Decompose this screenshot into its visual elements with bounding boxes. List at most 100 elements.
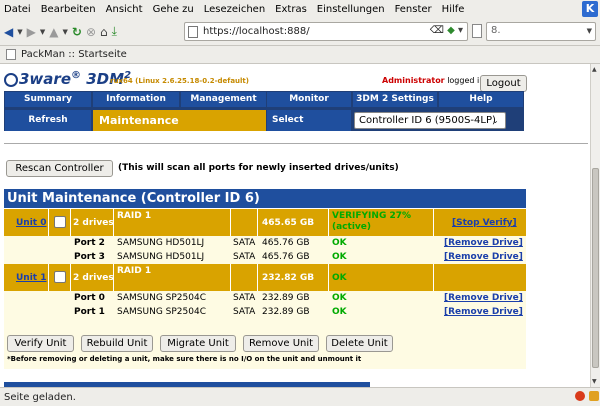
tab-summary[interactable]: Summary bbox=[5, 92, 91, 107]
document-icon[interactable] bbox=[472, 24, 482, 38]
divider bbox=[4, 143, 588, 144]
unit-raid-type: RAID 1 bbox=[117, 211, 152, 221]
home-icon[interactable]: ⌂ bbox=[100, 25, 108, 39]
forward-history-icon[interactable]: ▼ bbox=[40, 28, 45, 36]
port-row: Port 0 SAMSUNG SP2504C SATA 232.89 GB OK… bbox=[4, 291, 526, 305]
controller-select-value: Controller ID 6 (9500S-4LP) bbox=[359, 115, 496, 126]
download-icon[interactable]: ⤓ bbox=[112, 24, 117, 39]
search-input[interactable]: 8. ▼ bbox=[486, 22, 596, 41]
drive-status: OK bbox=[332, 238, 347, 248]
unit-raid-type: RAID 1 bbox=[117, 266, 152, 276]
menu-edit[interactable]: Bearbeiten bbox=[41, 4, 96, 15]
unit-0-link[interactable]: Unit 0 bbox=[16, 218, 47, 228]
unit-drives: 2 drives bbox=[73, 218, 114, 228]
rescan-controller-button[interactable]: Rescan Controller bbox=[6, 160, 113, 177]
menu-window[interactable]: Fenster bbox=[395, 4, 432, 15]
page-viewport: 3ware® 3DM2 rux64 (Linux 2.6.25.18-0.2-d… bbox=[0, 64, 590, 387]
port-row: Port 2 SAMSUNG HD501LJ SATA 465.76 GB OK… bbox=[4, 236, 526, 250]
bookmark-packman[interactable]: PackMan :: Startseite bbox=[21, 49, 127, 60]
scroll-down-icon[interactable]: ▼ bbox=[592, 378, 597, 385]
remove-drive-link[interactable]: [Remove Drive] bbox=[444, 238, 523, 248]
url-controls: ⌫ ◆ ▾ bbox=[430, 25, 463, 36]
security-shield-icon[interactable]: ◆ bbox=[447, 25, 455, 36]
menu-settings[interactable]: Einstellungen bbox=[317, 4, 385, 15]
logo-brand: 3ware bbox=[19, 70, 71, 88]
status-text: Seite geladen. bbox=[4, 391, 76, 403]
warning-note: *Before removing or deleting a unit, mak… bbox=[7, 355, 362, 363]
unit-size: 232.82 GB bbox=[262, 273, 315, 283]
unit-status-line2: (active) bbox=[332, 222, 371, 232]
migrate-unit-button[interactable]: Migrate Unit bbox=[160, 335, 236, 352]
drive-model: SAMSUNG SP2504C bbox=[117, 293, 206, 303]
page-icon bbox=[188, 25, 198, 38]
remove-drive-link[interactable]: [Remove Drive] bbox=[444, 252, 523, 262]
search-engine-icon[interactable]: 8. bbox=[491, 25, 501, 36]
page-scrollbar[interactable]: ▲ ▼ bbox=[590, 64, 600, 387]
port-label: Port 3 bbox=[74, 252, 105, 262]
tab-monitor[interactable]: Monitor bbox=[267, 92, 351, 107]
unit-0-checkbox[interactable] bbox=[54, 216, 66, 228]
select-controller-label: Select Controller bbox=[267, 110, 351, 146]
menu-help[interactable]: Hilfe bbox=[442, 4, 465, 15]
forward-icon[interactable]: ▶ bbox=[27, 25, 36, 39]
lock-icon[interactable] bbox=[589, 391, 599, 401]
unit-1-link[interactable]: Unit 1 bbox=[16, 273, 47, 283]
rescan-note: (This will scan all ports for newly inse… bbox=[118, 163, 399, 173]
header-row: 3ware® 3DM2 rux64 (Linux 2.6.25.18-0.2-d… bbox=[4, 70, 527, 92]
url-text[interactable]: https://localhost:888/ bbox=[203, 26, 310, 37]
page-title: Maintenance bbox=[93, 110, 266, 131]
bookmarks-bar: PackMan :: Startseite bbox=[0, 46, 600, 64]
back-history-icon[interactable]: ▼ bbox=[17, 28, 22, 36]
port-row: Port 3 SAMSUNG HD501LJ SATA 465.76 GB OK… bbox=[4, 250, 526, 264]
delete-unit-button[interactable]: Delete Unit bbox=[326, 335, 393, 352]
menu-file[interactable]: Datei bbox=[4, 4, 31, 15]
reload-icon[interactable]: ↻ bbox=[72, 25, 82, 39]
tab-information[interactable]: Information bbox=[93, 92, 179, 107]
search-dropdown-icon[interactable]: ▼ bbox=[587, 27, 592, 35]
scroll-up-icon[interactable]: ▲ bbox=[592, 66, 597, 73]
stop-verify-link[interactable]: [Stop Verify] bbox=[452, 218, 517, 228]
stop-icon[interactable]: ⊗ bbox=[86, 25, 96, 39]
unit-1-checkbox[interactable] bbox=[54, 271, 66, 283]
browser-statusbar: Seite geladen. bbox=[0, 387, 600, 406]
back-icon[interactable]: ◀ bbox=[4, 25, 13, 39]
clear-url-icon[interactable]: ⌫ bbox=[430, 25, 444, 36]
up-icon[interactable]: ▲ bbox=[49, 25, 58, 39]
logo-orb-icon bbox=[4, 72, 18, 87]
scroll-thumb[interactable] bbox=[592, 168, 599, 368]
unit-status: VERIFYING 27% (active) bbox=[332, 211, 411, 233]
remove-drive-link[interactable]: [Remove Drive] bbox=[444, 293, 523, 303]
controller-select[interactable]: Controller ID 6 (9500S-4LP) ⌄ bbox=[354, 112, 506, 129]
drive-status: OK bbox=[332, 293, 347, 303]
kde-logo-icon: K bbox=[582, 1, 598, 17]
user-name: Administrator bbox=[382, 76, 445, 85]
url-bar[interactable]: https://localhost:888/ ⌫ ◆ ▾ bbox=[184, 22, 468, 41]
blocked-icon[interactable] bbox=[575, 391, 585, 401]
system-info: rux64 (Linux 2.6.25.18-0.2-default) bbox=[110, 77, 249, 85]
logout-button[interactable]: Logout bbox=[480, 75, 527, 92]
menu-view[interactable]: Ansicht bbox=[106, 4, 143, 15]
tab-management[interactable]: Management bbox=[181, 92, 266, 107]
rebuild-unit-button[interactable]: Rebuild Unit bbox=[81, 335, 153, 352]
url-dropdown-icon[interactable]: ▾ bbox=[458, 25, 463, 36]
verify-unit-button[interactable]: Verify Unit bbox=[7, 335, 74, 352]
port-row: Port 1 SAMSUNG SP2504C SATA 232.89 GB OK… bbox=[4, 305, 526, 319]
unit-action-bar: Verify Unit Rebuild Unit Migrate Unit Re… bbox=[4, 332, 526, 369]
remove-unit-button[interactable]: Remove Unit bbox=[243, 335, 319, 352]
browser-toolbar: ◀ ▼ ▶ ▼ ▲ ▼ ↻ ⊗ ⌂ ⤓ https://localhost:88… bbox=[0, 18, 600, 46]
port-label: Port 2 bbox=[74, 238, 105, 248]
tab-3dm2-settings[interactable]: 3DM 2 Settings bbox=[353, 92, 437, 107]
tab-help[interactable]: Help bbox=[439, 92, 523, 107]
drive-interface: SATA bbox=[233, 307, 256, 317]
drive-size: 232.89 GB bbox=[262, 293, 310, 303]
remove-drive-link[interactable]: [Remove Drive] bbox=[444, 307, 523, 317]
bookmark-page-icon bbox=[6, 49, 16, 60]
menu-bookmarks[interactable]: Lesezeichen bbox=[204, 4, 265, 15]
unit-maintenance-title: Unit Maintenance (Controller ID 6) bbox=[4, 189, 526, 208]
up-history-icon[interactable]: ▼ bbox=[62, 28, 67, 36]
drive-interface: SATA bbox=[233, 238, 256, 248]
drive-size: 465.76 GB bbox=[262, 238, 310, 248]
refresh-link[interactable]: Refresh bbox=[5, 110, 91, 131]
menu-tools[interactable]: Extras bbox=[275, 4, 307, 15]
menu-go[interactable]: Gehe zu bbox=[153, 4, 194, 15]
